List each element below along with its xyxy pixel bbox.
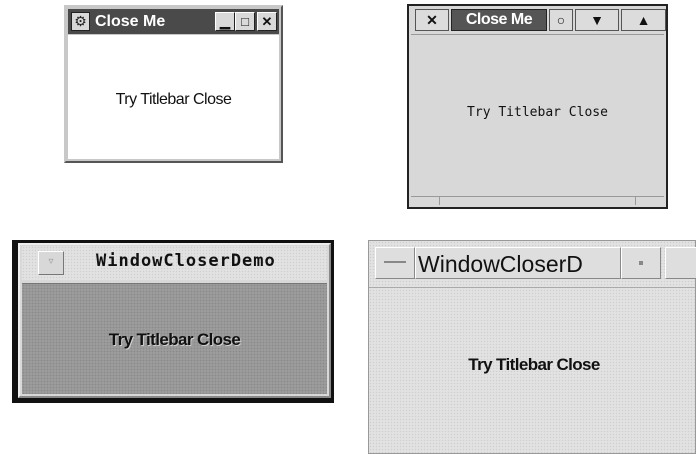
window-content: Try Titlebar Close: [373, 289, 695, 453]
close-icon: ✕: [426, 12, 438, 28]
content-label: Try Titlebar Close: [115, 91, 232, 108]
window-closer-demo-metal: WindowCloserD Try Titlebar Close: [368, 240, 696, 454]
minimize-icon: ▁: [220, 14, 230, 29]
window-title[interactable]: Close Me: [451, 9, 547, 31]
lower-button[interactable]: ▼: [575, 9, 619, 31]
close-button[interactable]: ✕: [257, 12, 277, 31]
window-menu-icon: ▿: [48, 256, 54, 267]
resize-border[interactable]: [411, 196, 664, 205]
raise-button[interactable]: ▲: [621, 9, 666, 31]
lower-icon: ▼: [590, 12, 604, 28]
window-close-me-motif: ✕ Close Me ○ ▼ ▲ Try Titlebar Close: [407, 4, 668, 209]
resize-corner-left[interactable]: [411, 197, 440, 205]
minimize-button[interactable]: ▁: [215, 12, 235, 31]
window-closer-demo-cde: ▿ WindowCloserDemo Try Titlebar Close: [12, 240, 334, 403]
iconify-icon: [639, 261, 643, 265]
content-label: Try Titlebar Close: [468, 355, 600, 374]
close-button[interactable]: ✕: [415, 9, 449, 31]
window-titlebar[interactable]: ✕ Close Me ○ ▼ ▲: [411, 9, 666, 31]
maximize-icon: □: [241, 14, 249, 29]
content-label: Try Titlebar Close: [467, 105, 608, 120]
window-menu-button[interactable]: ▿: [38, 251, 64, 275]
window-title: WindowCloserDemo: [96, 251, 276, 271]
window-title: Close Me: [95, 13, 166, 30]
window-titlebar[interactable]: WindowCloserD: [369, 241, 696, 288]
window-titlebar[interactable]: ▿ WindowCloserDemo: [22, 246, 327, 280]
window-title-box[interactable]: WindowCloserD: [415, 247, 621, 279]
window-content: Try Titlebar Close: [22, 283, 327, 394]
iconify-icon: ○: [556, 12, 566, 28]
window-menu-button[interactable]: [375, 247, 415, 279]
app-icon[interactable]: ⚙: [71, 12, 90, 31]
iconify-button[interactable]: [621, 247, 661, 279]
maximize-button[interactable]: □: [235, 12, 255, 31]
window-title: WindowCloserD: [418, 251, 583, 277]
window-close-me-windows: ⚙ Close Me ▁ □ ✕ Try Titlebar Close: [64, 5, 283, 163]
maximize-button[interactable]: [665, 247, 696, 279]
iconify-button[interactable]: ○: [549, 9, 573, 31]
content-label: Try Titlebar Close: [108, 330, 241, 349]
window-titlebar[interactable]: ⚙ Close Me ▁ □ ✕: [68, 9, 279, 34]
raise-icon: ▲: [636, 12, 651, 28]
close-icon: ✕: [261, 14, 273, 29]
menu-dash-icon: [384, 261, 406, 263]
window-content: Try Titlebar Close: [411, 34, 664, 195]
window-content: Try Titlebar Close: [68, 35, 279, 159]
resize-corner-right[interactable]: [635, 197, 664, 205]
